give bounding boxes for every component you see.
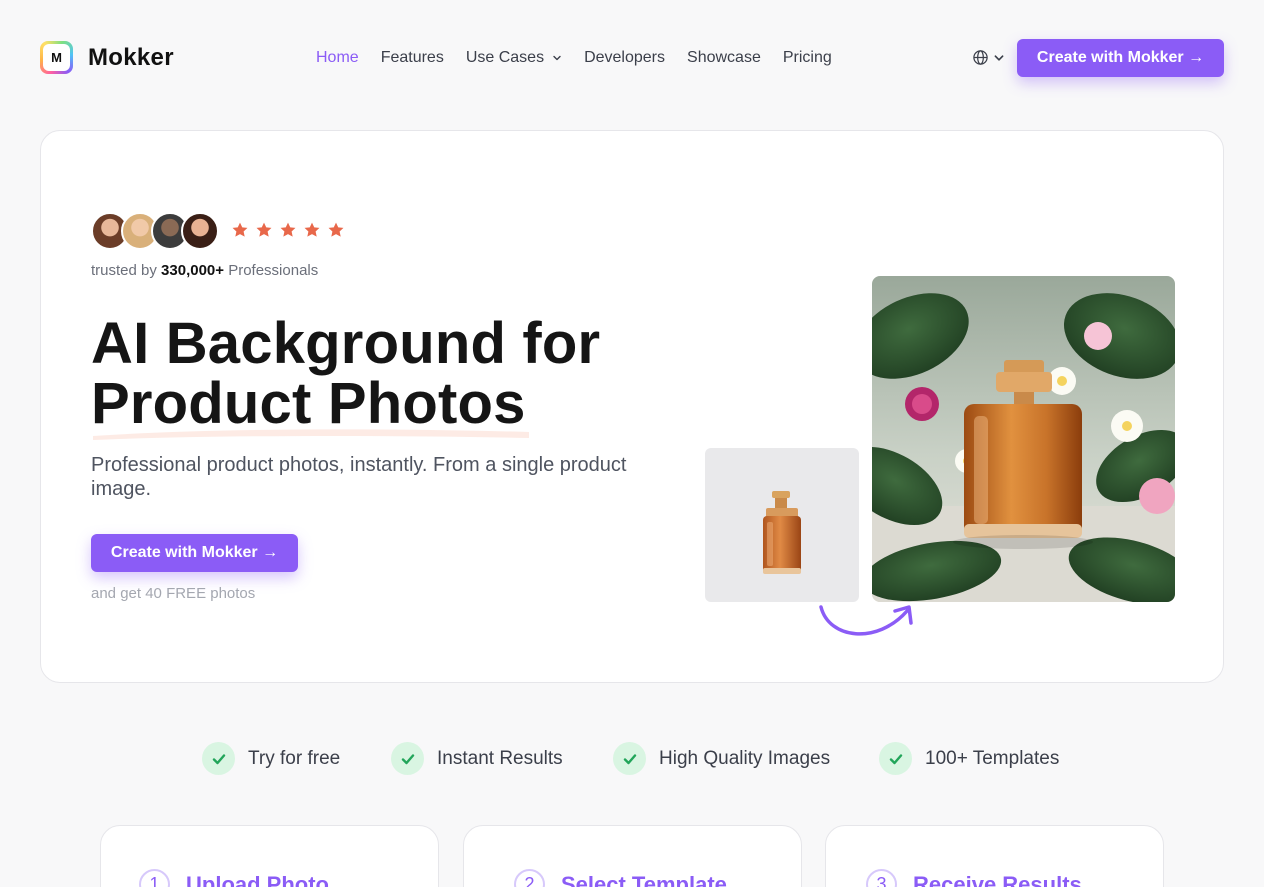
customer-avatars <box>91 212 219 250</box>
top-navigation: M Mokker Home Features Use Cases Develop… <box>0 0 1264 118</box>
perfume-bottle-image <box>763 491 801 574</box>
logo-mark: M <box>40 41 73 74</box>
styled-perfume-scene <box>872 276 1175 602</box>
check-icon <box>613 742 646 775</box>
check-icon <box>879 742 912 775</box>
feature-item-quality: High Quality Images <box>613 742 830 775</box>
nav-item-label: Use Cases <box>465 49 545 66</box>
feature-label: Try for free <box>248 747 341 769</box>
step-title: Upload Photo <box>186 871 329 887</box>
nav-item-label: Home <box>316 49 359 66</box>
feature-item-free: Try for free <box>202 742 340 775</box>
hero-title-line1: AI Background for <box>91 311 601 376</box>
logo-letter: M <box>43 44 70 71</box>
chevron-down-icon <box>553 55 561 61</box>
feature-label: Instant Results <box>437 747 563 769</box>
chevron-down-icon <box>994 54 1004 61</box>
trusted-suffix: Professionals <box>224 262 319 279</box>
feature-item-instant: Instant Results <box>391 742 563 775</box>
step-card-upload: 1 Upload Photo <box>100 825 439 887</box>
nav-item-label: Features <box>380 49 444 66</box>
before-product-image <box>705 448 859 602</box>
nav-item-home[interactable]: Home <box>316 49 359 67</box>
language-selector[interactable] <box>972 49 1005 66</box>
check-icon <box>391 742 424 775</box>
feature-highlights: Try for free Instant Results High Qualit… <box>0 742 1264 776</box>
star-icon <box>280 222 296 237</box>
nav-item-pricing[interactable]: Pricing <box>783 49 832 67</box>
step-card-results: 3 Receive Results <box>825 825 1164 887</box>
nav-item-developers[interactable]: Developers <box>584 49 665 67</box>
nav-item-use-cases[interactable]: Use Cases <box>466 49 562 67</box>
trusted-count: 330,000+ <box>161 262 225 279</box>
feature-item-templates: 100+ Templates <box>879 742 1059 775</box>
free-photos-note: and get 40 FREE photos <box>91 585 256 602</box>
after-product-image <box>872 276 1175 602</box>
star-icon <box>328 222 344 237</box>
hero-card: trusted by 330,000+ Professionals AI Bac… <box>40 130 1224 683</box>
globe-icon <box>973 50 988 65</box>
star-icon <box>256 222 272 237</box>
feature-label: High Quality Images <box>659 747 831 769</box>
hero-title: AI Background for Product Photos <box>91 311 691 440</box>
header-create-button[interactable]: Create with Mokker → <box>1017 39 1224 77</box>
star-icon <box>304 222 320 237</box>
main-menu: Home Features Use Cases Developers Showc… <box>316 49 854 67</box>
step-card-template: 2 Select Template <box>463 825 802 887</box>
brand-name: Mokker <box>88 43 174 71</box>
step-title: Receive Results <box>913 871 1082 887</box>
hero-title-line2: Product Photos <box>91 371 526 436</box>
avatar <box>181 212 219 250</box>
trusted-prefix: trusted by <box>91 262 162 279</box>
feature-label: 100+ Templates <box>925 747 1060 769</box>
star-icon <box>232 222 248 237</box>
nav-item-label: Showcase <box>687 49 761 66</box>
transform-arrow-icon <box>819 605 913 636</box>
check-icon <box>202 742 235 775</box>
hero-title-line2-wrap: Product Photos <box>91 371 529 440</box>
step-title: Select Template <box>561 871 727 887</box>
nav-item-label: Pricing <box>782 49 832 66</box>
trusted-by-text: trusted by 330,000+ Professionals <box>91 262 318 279</box>
logo[interactable]: M Mokker <box>40 41 174 74</box>
nav-item-showcase[interactable]: Showcase <box>687 49 761 67</box>
hero-subtitle: Professional product photos, instantly. … <box>91 454 627 500</box>
nav-item-label: Developers <box>584 49 666 66</box>
step-number: 3 <box>866 869 897 887</box>
hero-create-button[interactable]: Create with Mokker → <box>91 534 298 572</box>
step-number: 1 <box>139 869 170 887</box>
step-number: 2 <box>514 869 545 887</box>
rating-stars <box>231 221 345 239</box>
nav-item-features[interactable]: Features <box>381 49 444 67</box>
